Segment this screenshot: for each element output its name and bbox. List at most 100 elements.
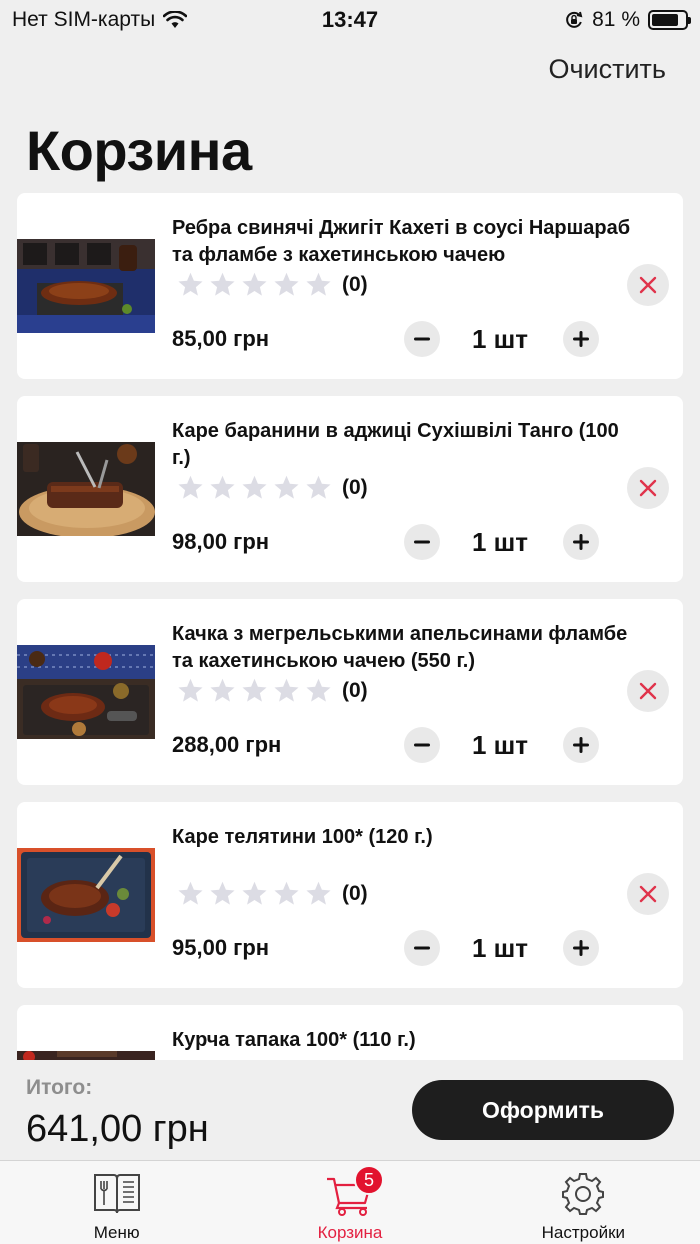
decrease-qty-button[interactable] <box>404 321 440 357</box>
star-icon <box>242 475 267 499</box>
star-icon <box>210 272 235 296</box>
star-icon <box>242 272 267 296</box>
increase-qty-button[interactable] <box>563 727 599 763</box>
star-icon <box>306 881 331 905</box>
item-photo <box>17 1051 155 1060</box>
cart-list[interactable]: Ребра свинячі Джигіт Кахеті в соусі Нарш… <box>17 193 683 1060</box>
decrease-qty-button[interactable] <box>404 930 440 966</box>
page-title: Корзина <box>26 119 252 182</box>
star-icon <box>178 475 203 499</box>
star-icon <box>210 881 235 905</box>
item-quantity: 1 шт <box>471 730 529 760</box>
increase-qty-button[interactable] <box>563 930 599 966</box>
tab-settings[interactable]: Настройки <box>467 1161 700 1244</box>
clear-cart-button[interactable]: Очистить <box>548 54 666 85</box>
plus-icon <box>573 737 589 753</box>
item-quantity: 1 шт <box>471 527 529 557</box>
rating-count: (0) <box>342 678 368 702</box>
rating-count: (0) <box>342 272 368 296</box>
minus-icon <box>414 540 430 544</box>
item-name[interactable]: Качка з мегрельськими апельсинами фламбе… <box>172 621 642 675</box>
tab-label: Настройки <box>541 1223 625 1242</box>
cart-item: Курча тапака 100* (110 г.) <box>17 1005 683 1060</box>
tab-label: Меню <box>93 1223 140 1242</box>
item-rating: (0) <box>177 880 368 907</box>
plus-icon <box>573 940 589 956</box>
star-icon <box>306 678 331 702</box>
star-icon <box>274 678 299 702</box>
increase-qty-button[interactable] <box>563 524 599 560</box>
decrease-qty-button[interactable] <box>404 727 440 763</box>
battery-icon <box>648 10 691 30</box>
item-photo <box>17 645 155 739</box>
cart-item: Каре телятини 100* (120 г.) (0) 95,00 гр… <box>17 802 683 988</box>
status-bar: Нет SIM-карты 13:47 81 % <box>0 0 700 40</box>
star-icon <box>274 475 299 499</box>
tab-menu[interactable]: Меню <box>0 1161 233 1244</box>
wifi-icon <box>163 11 188 28</box>
battery-level-fill <box>652 14 678 26</box>
star-icon <box>210 475 235 499</box>
rating-stars <box>177 271 332 298</box>
star-icon <box>178 881 203 905</box>
cart-item: Каре баранини в аджиці Сухішвілі Танго (… <box>17 396 683 582</box>
cart-item: Качка з мегрельськими апельсинами фламбе… <box>17 599 683 785</box>
tab-bar: Меню 5 Корзина Настройки <box>0 1160 700 1244</box>
star-icon <box>306 272 331 296</box>
decrease-qty-button[interactable] <box>404 524 440 560</box>
close-icon <box>639 885 657 903</box>
plus-icon <box>573 534 589 550</box>
item-rating: (0) <box>177 271 368 298</box>
star-icon <box>178 272 203 296</box>
tab-cart[interactable]: 5 Корзина <box>233 1161 466 1244</box>
item-photo <box>17 239 155 333</box>
star-icon <box>274 881 299 905</box>
increase-qty-button[interactable] <box>563 321 599 357</box>
remove-item-button[interactable] <box>627 873 669 915</box>
item-name[interactable]: Курча тапака 100* (110 г.) <box>172 1027 642 1054</box>
gear-icon <box>562 1173 605 1215</box>
plus-icon <box>573 331 589 347</box>
minus-icon <box>414 337 430 341</box>
carrier-label: Нет SIM-карты <box>12 8 156 31</box>
item-photo <box>17 442 155 536</box>
close-icon <box>639 276 657 294</box>
item-name[interactable]: Каре баранини в аджиці Сухішвілі Танго (… <box>172 418 642 472</box>
star-icon <box>210 678 235 702</box>
item-quantity: 1 шт <box>471 933 529 963</box>
cart-item: Ребра свинячі Джигіт Кахеті в соусі Нарш… <box>17 193 683 379</box>
star-icon <box>242 881 267 905</box>
rating-count: (0) <box>342 475 368 499</box>
item-rating: (0) <box>177 474 368 501</box>
item-name[interactable]: Каре телятини 100* (120 г.) <box>172 824 642 851</box>
rating-stars <box>177 474 332 501</box>
checkout-button[interactable]: Оформить <box>412 1080 674 1140</box>
close-icon <box>639 682 657 700</box>
item-name[interactable]: Ребра свинячі Джигіт Кахеті в соусі Нарш… <box>172 215 642 269</box>
rating-stars <box>177 880 332 907</box>
total-label: Итого: <box>26 1076 93 1099</box>
order-summary: Итого: 641,00 грн Оформить <box>0 1060 700 1160</box>
minus-icon <box>414 946 430 950</box>
item-price: 85,00 грн <box>172 326 270 351</box>
star-icon <box>178 678 203 702</box>
battery-percent: 81 % <box>592 8 640 31</box>
minus-icon <box>414 743 430 747</box>
item-photo <box>17 848 155 942</box>
status-time: 13:47 <box>321 7 379 32</box>
total-value: 641,00 грн <box>26 1108 209 1150</box>
orientation-lock-icon <box>566 11 583 28</box>
remove-item-button[interactable] <box>627 264 669 306</box>
star-icon <box>242 678 267 702</box>
rating-count: (0) <box>342 881 368 905</box>
remove-item-button[interactable] <box>627 467 669 509</box>
tab-label: Корзина <box>317 1223 383 1242</box>
remove-item-button[interactable] <box>627 670 669 712</box>
star-icon <box>274 272 299 296</box>
cart-count-badge: 5 <box>353 1165 384 1195</box>
close-icon <box>639 479 657 497</box>
item-price: 98,00 грн <box>172 529 270 554</box>
rating-stars <box>177 677 332 704</box>
star-icon <box>306 475 331 499</box>
item-price: 95,00 грн <box>172 935 270 960</box>
